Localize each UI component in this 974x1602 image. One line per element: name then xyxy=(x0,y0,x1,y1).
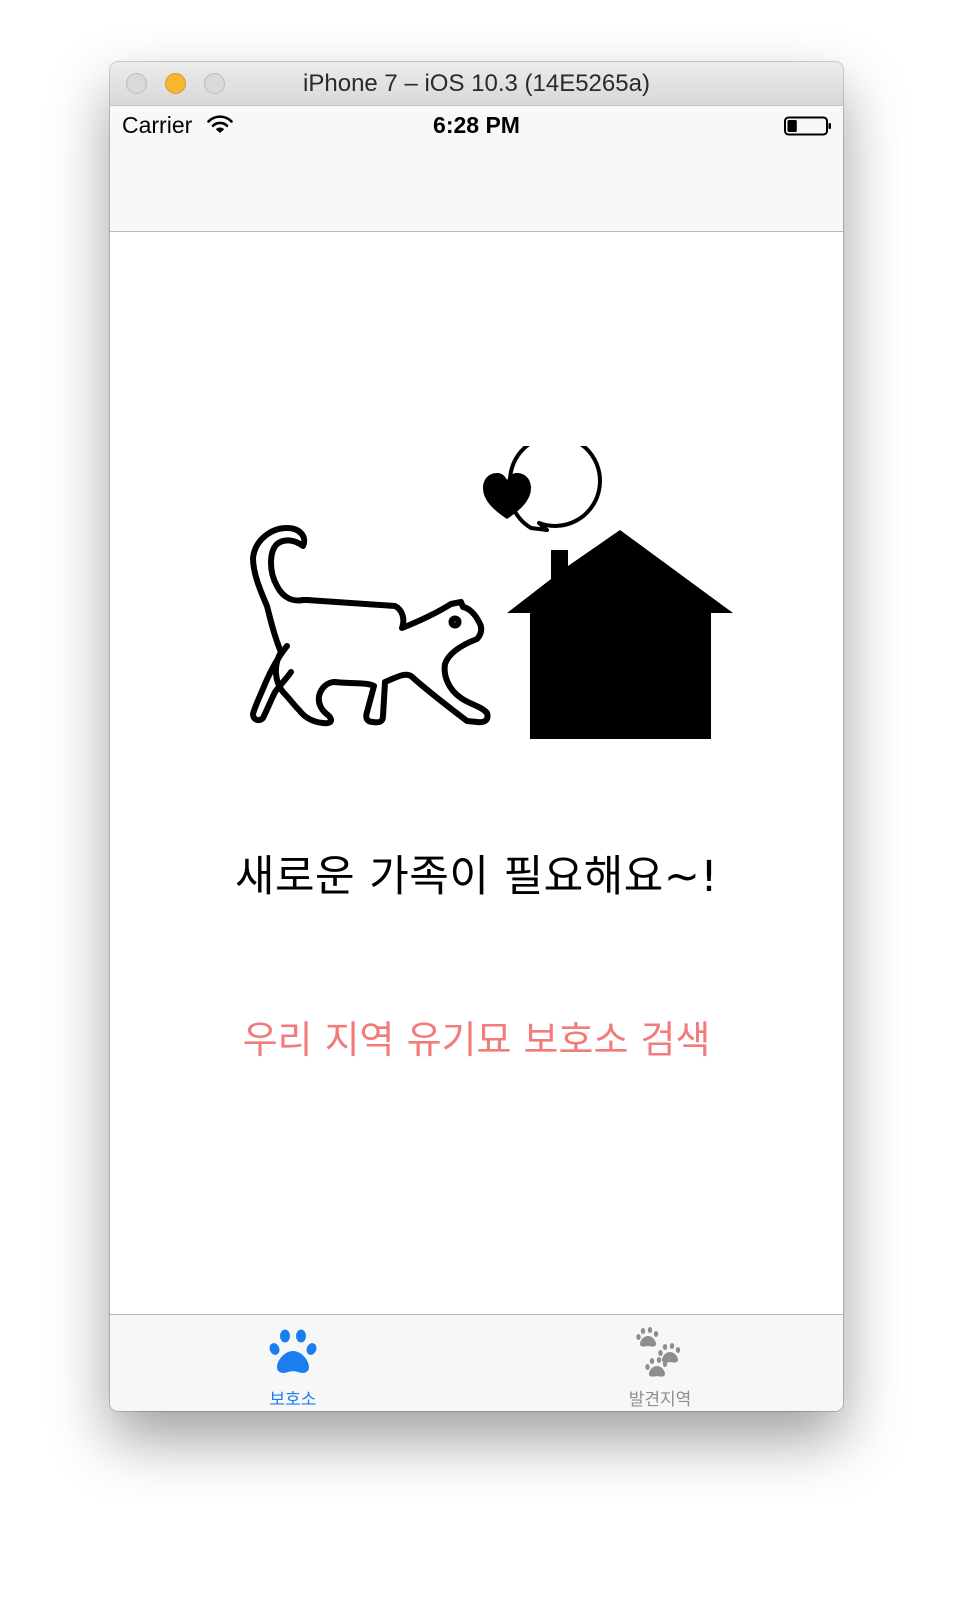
simulator-window: iPhone 7 – iOS 10.3 (14E5265a) Carrier 6… xyxy=(110,62,843,1411)
status-time: 6:28 PM xyxy=(433,112,520,138)
tab-bar: 보호소 발견지역 xyxy=(110,1314,843,1411)
battery-icon xyxy=(784,116,831,136)
tab-shelter-label: 보호소 xyxy=(269,1390,317,1410)
tab-found-area[interactable]: 발견지역 xyxy=(477,1315,843,1411)
cat-icon xyxy=(250,525,491,727)
paw-prints-icon xyxy=(636,1327,681,1377)
main-heading: 새로운 가족이 필요해요~! xyxy=(234,852,719,902)
tab-found-area-label: 발견지역 xyxy=(628,1390,692,1410)
device-screen: Carrier 6:28 PM 새로운 가족이 필요해요~! 우리 지역 유기묘… xyxy=(110,106,843,1411)
house-icon xyxy=(507,530,733,739)
window-title: iPhone 7 – iOS 10.3 (14E5265a) xyxy=(303,70,650,97)
battery-fill xyxy=(787,120,797,132)
window-titlebar[interactable]: iPhone 7 – iOS 10.3 (14E5265a) xyxy=(110,62,843,106)
heart-speech-bubble-icon xyxy=(483,446,602,532)
cat-home-illustration xyxy=(250,446,733,739)
tab-shelter[interactable]: 보호소 xyxy=(110,1315,476,1411)
navigation-bar: Carrier 6:28 PM xyxy=(110,106,843,232)
shelter-search-button[interactable]: 우리 지역 유기묘 보호소 검색 xyxy=(200,1010,753,1070)
paw-icon xyxy=(269,1329,317,1373)
